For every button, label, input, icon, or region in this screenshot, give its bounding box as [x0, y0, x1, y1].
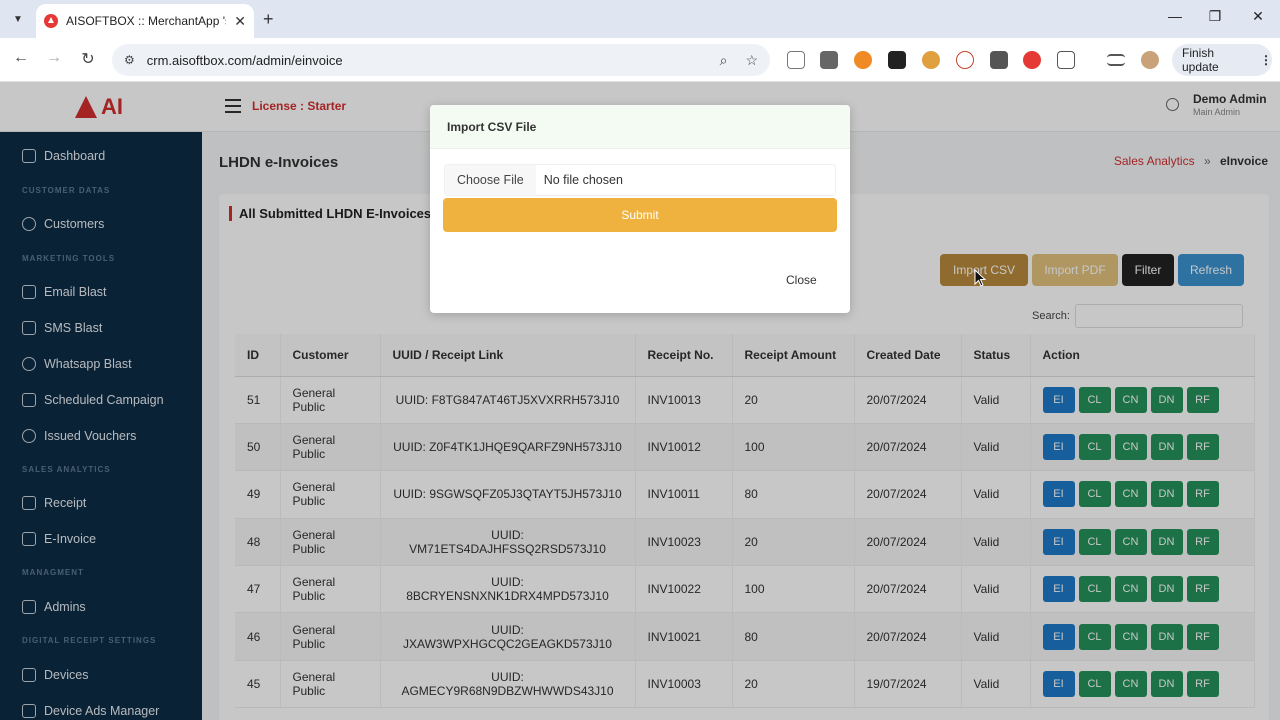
- bookmark-star-icon[interactable]: ☆: [745, 52, 758, 69]
- camera-extension-icon[interactable]: [787, 51, 805, 69]
- import-csv-modal: Import CSV File Choose File No file chos…: [430, 105, 850, 313]
- close-button[interactable]: Close: [786, 273, 817, 287]
- tab-title: AISOFTBOX :: MerchantApp 's C: [66, 14, 226, 28]
- minimize-button[interactable]: —: [1165, 8, 1185, 24]
- address-bar[interactable]: ⚙ crm.aisoftbox.com/admin/einvoice ⌕ ☆: [112, 44, 770, 76]
- mouse-cursor-icon: [974, 269, 987, 287]
- finish-update-label: Finish update: [1182, 46, 1219, 74]
- zoom-icon[interactable]: ⌕: [720, 52, 728, 69]
- file-status: No file chosen: [543, 173, 623, 187]
- more-menu-icon[interactable]: ⋮: [1260, 53, 1272, 67]
- extensions-puzzle-icon[interactable]: [1057, 51, 1075, 69]
- screen-extension-icon[interactable]: [820, 51, 838, 69]
- forward-arrow-icon[interactable]: →: [44, 49, 64, 67]
- profile-avatar[interactable]: [1141, 51, 1159, 69]
- shield-extension-icon[interactable]: [956, 51, 974, 69]
- browser-toolbar: ← → ↻ ⚙ crm.aisoftbox.com/admin/einvoice…: [0, 38, 1280, 82]
- tab-search-chevron-icon[interactable]: ▼: [6, 7, 30, 31]
- site-info-icon[interactable]: ⚙: [124, 53, 135, 67]
- browser-tab[interactable]: AISOFTBOX :: MerchantApp 's C ✕: [36, 4, 254, 38]
- restore-button[interactable]: ❐: [1205, 8, 1225, 25]
- modal-title: Import CSV File: [430, 105, 850, 149]
- reload-icon[interactable]: ↻: [78, 49, 98, 69]
- tab-close-icon[interactable]: ✕: [234, 13, 246, 30]
- wallet-extension-icon[interactable]: [888, 51, 906, 69]
- choose-file-button[interactable]: Choose File: [445, 165, 536, 195]
- new-tab-button[interactable]: +: [263, 9, 274, 30]
- adblock-extension-icon[interactable]: [1023, 51, 1041, 69]
- browser-tab-bar: ▼ AISOFTBOX :: MerchantApp 's C ✕ + — ❐ …: [0, 0, 1280, 38]
- window-close-button[interactable]: ✕: [1248, 8, 1268, 25]
- site-favicon-icon: [44, 14, 58, 28]
- metamask-extension-icon[interactable]: [854, 51, 872, 69]
- back-arrow-icon[interactable]: ←: [11, 49, 31, 67]
- submit-button[interactable]: Submit: [443, 198, 837, 232]
- url-text[interactable]: crm.aisoftbox.com/admin/einvoice: [147, 53, 343, 68]
- cookie-extension-icon[interactable]: [922, 51, 940, 69]
- finish-update-button[interactable]: Finish update ⋮: [1172, 44, 1272, 76]
- media-control-icon[interactable]: [1107, 54, 1125, 66]
- off-extension-icon[interactable]: [990, 51, 1008, 69]
- file-input[interactable]: Choose File No file chosen: [444, 164, 836, 196]
